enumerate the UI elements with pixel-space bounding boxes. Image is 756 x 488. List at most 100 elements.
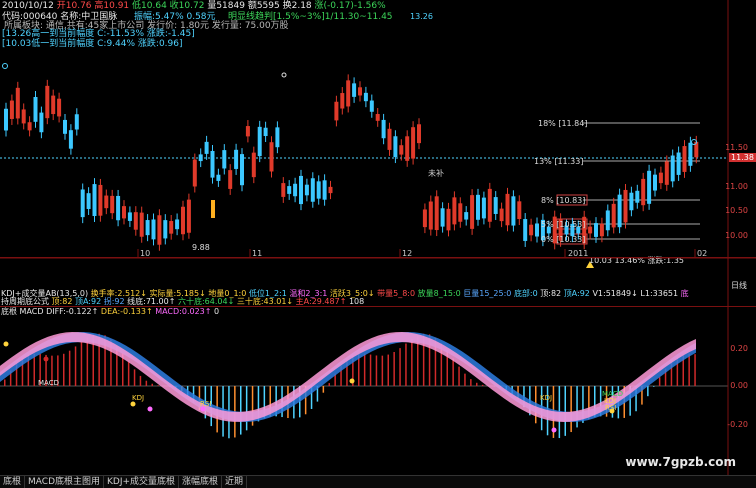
macd-bar xyxy=(694,354,696,386)
macd-bar xyxy=(388,355,390,386)
candle-body xyxy=(22,109,26,123)
candle-body xyxy=(352,83,356,97)
candle-body xyxy=(81,189,85,217)
signal-dot xyxy=(148,407,153,412)
candle-body xyxy=(258,127,262,156)
macd-bar xyxy=(69,351,71,386)
signal-dot xyxy=(131,402,136,407)
tab-kdj-volume[interactable]: KDJ+成交量底根 xyxy=(104,476,179,488)
candle-body xyxy=(4,109,8,131)
macd-row-item: DEA:-0.133↑ xyxy=(101,307,155,316)
signal-dot xyxy=(4,342,9,347)
candle-body xyxy=(500,209,504,222)
candle-body xyxy=(411,127,415,158)
macd-bar xyxy=(370,355,372,386)
candle-body xyxy=(10,101,14,119)
candle-body xyxy=(16,88,20,119)
candle-body xyxy=(246,126,250,136)
candle-body xyxy=(211,151,215,178)
macd-bar xyxy=(323,386,325,393)
kdj-mark-1: KDJ xyxy=(132,394,144,402)
candle-body xyxy=(417,124,421,143)
candle-body xyxy=(287,186,291,194)
candle-body xyxy=(140,213,144,237)
candle-body xyxy=(199,154,203,161)
candle-body xyxy=(641,179,645,205)
candle-body xyxy=(116,196,120,220)
candle-body xyxy=(482,198,486,219)
macd-mark-1: MACD xyxy=(38,379,59,387)
macd-bar xyxy=(470,379,472,386)
macd-indicator-row: 底根 MACD DIFF:-0.122↑ DEA:-0.133↑ MACD:0.… xyxy=(1,306,219,317)
candle-body xyxy=(376,114,380,121)
tab-bottom-root[interactable]: 底根 xyxy=(0,476,25,488)
candle-body xyxy=(665,161,669,184)
candle-body xyxy=(152,219,156,239)
candle-body xyxy=(222,150,226,168)
candle-body xyxy=(464,212,468,219)
indicator-row1-item: 底 xyxy=(681,289,689,298)
candle-body xyxy=(399,145,403,154)
candle-body xyxy=(659,173,663,183)
macd-bar xyxy=(382,356,384,386)
candle-body xyxy=(529,225,533,236)
candle-body xyxy=(511,196,515,225)
candle-body xyxy=(252,153,256,177)
macd-bar xyxy=(364,354,366,386)
candle-body xyxy=(470,195,474,229)
signal-dot xyxy=(552,428,557,433)
candle-body xyxy=(205,142,209,154)
open: 开10.76 xyxy=(57,1,92,11)
macd-bar xyxy=(565,386,567,436)
candle-body xyxy=(317,181,321,198)
candle-body xyxy=(340,93,344,108)
watermark: www.7gpzb.com xyxy=(625,455,736,469)
indicator-row1-item: 顶A:92 xyxy=(564,289,593,298)
candle-body xyxy=(452,197,456,224)
candle-body xyxy=(270,142,274,171)
kdj-mark-2: KDJ xyxy=(540,394,552,402)
volume: 量51849 xyxy=(207,1,245,11)
macd-axis-m020: -0.20 xyxy=(727,420,748,429)
period-label[interactable]: 日线 xyxy=(731,280,747,291)
indicator-row2-item: 线底:71.00↑ xyxy=(127,297,178,306)
rsi-mark-1: RSI xyxy=(200,400,211,408)
price-label-1150: 11.50 xyxy=(725,143,748,152)
macd-row-item: MACD:0.023↑ xyxy=(155,307,214,316)
candle-body xyxy=(240,154,244,185)
macd-bar xyxy=(452,359,454,386)
macd-bar xyxy=(246,386,248,430)
macd-bar xyxy=(653,386,655,387)
candle-body xyxy=(488,189,492,222)
signal-dot xyxy=(350,379,355,384)
macd-bar xyxy=(75,346,77,386)
high: 高10.91 xyxy=(94,1,129,11)
candle-body xyxy=(323,180,327,199)
macd-bar xyxy=(128,362,129,386)
tab-recent[interactable]: 近期 xyxy=(222,476,247,488)
fib-0: 0% [10.33] xyxy=(541,235,585,244)
candle-body xyxy=(606,210,610,230)
candle-body xyxy=(441,208,445,226)
tab-macd-main[interactable]: MACD底根主图用 xyxy=(25,476,104,488)
candle-body xyxy=(34,97,38,122)
separator-1 xyxy=(0,257,756,258)
rsi-mark-2: RSI xyxy=(605,404,616,412)
fib-18: 18% [11.84] xyxy=(538,119,587,128)
candle-body xyxy=(517,201,521,219)
candle-body xyxy=(187,200,191,233)
amount: 额5595 xyxy=(248,1,280,11)
candle-body xyxy=(370,101,374,112)
candle-body xyxy=(683,146,687,172)
macd-bar xyxy=(476,383,478,386)
candle-body xyxy=(612,204,616,228)
candle-body xyxy=(506,194,510,225)
fib-8: 8% [10.83] xyxy=(541,196,585,205)
candle-body xyxy=(388,129,392,150)
tab-gain-root[interactable]: 涨幅底根 xyxy=(179,476,222,488)
macd-bar xyxy=(458,367,460,386)
macd-row-item: 底根 MACD DIFF:-0.122↑ xyxy=(1,307,101,316)
stat-low: [10.03低一到当前幅度 C:9.44% 涨跌:0.96] xyxy=(2,39,183,50)
macd-bar xyxy=(140,376,142,386)
candle-body xyxy=(39,113,43,133)
